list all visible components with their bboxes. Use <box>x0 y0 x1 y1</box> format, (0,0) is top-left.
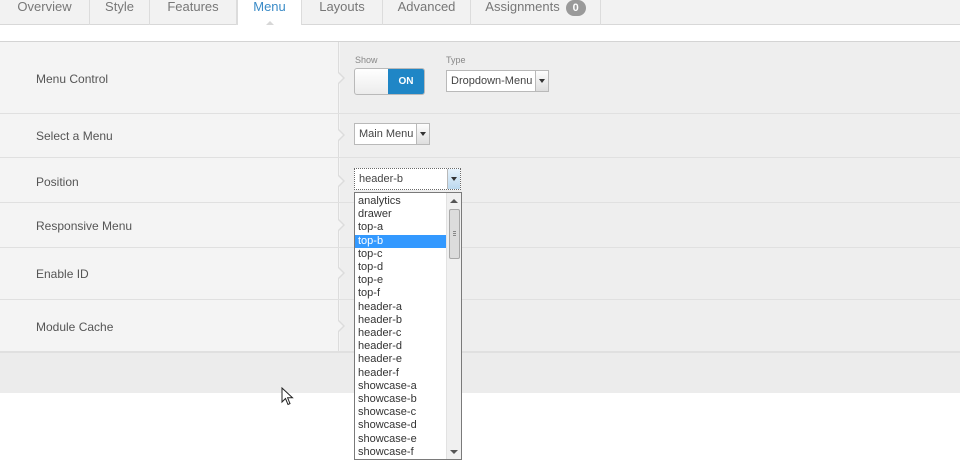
position-dropdown-list[interactable]: analytics drawer top-a top-b top-c top-d top-e… <box>354 192 462 460</box>
show-label: Show <box>355 55 378 65</box>
row-label: Responsive Menu <box>36 219 133 233</box>
row-label: Enable ID <box>36 267 89 281</box>
position-select[interactable]: header-b <box>354 168 461 190</box>
row-pointer <box>338 267 345 279</box>
tab-label: Assignments <box>485 0 560 14</box>
position-option[interactable]: header-a <box>355 301 446 314</box>
row-responsive-menu: Responsive Menu <box>0 203 960 248</box>
scroll-down-icon[interactable] <box>450 450 458 454</box>
tab-label: Layouts <box>319 0 365 14</box>
position-option[interactable]: showcase-c <box>355 406 446 419</box>
position-option[interactable]: top-a <box>355 221 446 234</box>
grip-icon <box>453 231 456 232</box>
row-label: Select a Menu <box>36 129 113 143</box>
row-select-menu: Select a Menu <box>0 114 960 158</box>
menu-select[interactable]: Main Menu <box>354 123 430 145</box>
tab-overview[interactable]: Overview <box>0 0 90 25</box>
scroll-up-icon[interactable] <box>450 199 458 203</box>
position-option[interactable]: showcase-a <box>355 380 446 393</box>
row-label: Menu Control <box>36 72 109 86</box>
show-toggle[interactable]: ON <box>354 68 425 95</box>
type-select[interactable]: Dropdown-Menu <box>446 70 549 92</box>
row-enable-id: Enable ID <box>0 248 960 300</box>
position-option[interactable]: drawer <box>355 208 446 221</box>
position-option[interactable]: showcase-f <box>355 446 446 459</box>
position-option[interactable]: header-e <box>355 353 446 366</box>
row-pointer <box>338 175 345 187</box>
tab-menu[interactable]: Menu <box>237 0 302 26</box>
tab-advanced[interactable]: Advanced <box>383 0 471 25</box>
menu-settings-panel: Menu Control Select a Menu Position Resp… <box>0 41 960 393</box>
tab-assignments[interactable]: Assignments 0 <box>471 0 601 25</box>
tabs-gap <box>0 25 960 41</box>
position-option[interactable]: showcase-b <box>355 393 446 406</box>
row-pointer <box>338 129 345 141</box>
row-label: Position <box>36 175 79 189</box>
position-option[interactable]: top-e <box>355 274 446 287</box>
position-option[interactable]: top-d <box>355 261 446 274</box>
row-pointer <box>338 320 345 332</box>
chevron-down-icon <box>416 124 429 144</box>
position-option[interactable]: header-c <box>355 327 446 340</box>
position-option[interactable]: top-c <box>355 248 446 261</box>
panel-footer <box>0 352 960 393</box>
position-option[interactable]: analytics <box>355 195 446 208</box>
type-label: Type <box>446 55 466 65</box>
scrollbar-thumb[interactable] <box>449 209 460 259</box>
tabs-bar: Overview Style Features Menu Layouts Adv… <box>0 0 960 26</box>
chevron-down-icon <box>535 71 548 91</box>
type-select-value: Dropdown-Menu <box>451 75 533 87</box>
assignments-count-badge: 0 <box>565 0 586 16</box>
menu-select-value: Main Menu <box>359 128 414 140</box>
position-option[interactable]: header-d <box>355 340 446 353</box>
tab-label: Menu <box>253 0 286 14</box>
position-option[interactable]: top-f <box>355 287 446 300</box>
chevron-down-icon <box>447 169 460 189</box>
tab-label: Features <box>167 0 219 14</box>
dropdown-scrollbar[interactable] <box>446 193 461 459</box>
row-pointer <box>338 219 345 231</box>
row-pointer <box>338 72 345 84</box>
position-option[interactable]: showcase-e <box>355 433 446 446</box>
position-select-value: header-b <box>359 173 404 185</box>
tab-label: Advanced <box>397 0 456 14</box>
mouse-cursor-icon <box>281 387 294 406</box>
row-label: Module Cache <box>36 320 114 334</box>
toggle-on-label: ON <box>388 69 424 94</box>
row-module-cache: Module Cache <box>0 300 960 352</box>
tab-label: Style <box>105 0 134 14</box>
position-option[interactable]: showcase-d <box>355 419 446 432</box>
tab-layouts[interactable]: Layouts <box>302 0 383 25</box>
position-option[interactable]: header-f <box>355 367 446 380</box>
tab-style[interactable]: Style <box>90 0 150 25</box>
tab-features[interactable]: Features <box>150 0 237 25</box>
row-position: Position <box>0 158 960 203</box>
position-option[interactable]: top-b <box>355 234 446 248</box>
position-option[interactable]: header-b <box>355 314 446 327</box>
tab-label: Overview <box>17 0 72 14</box>
